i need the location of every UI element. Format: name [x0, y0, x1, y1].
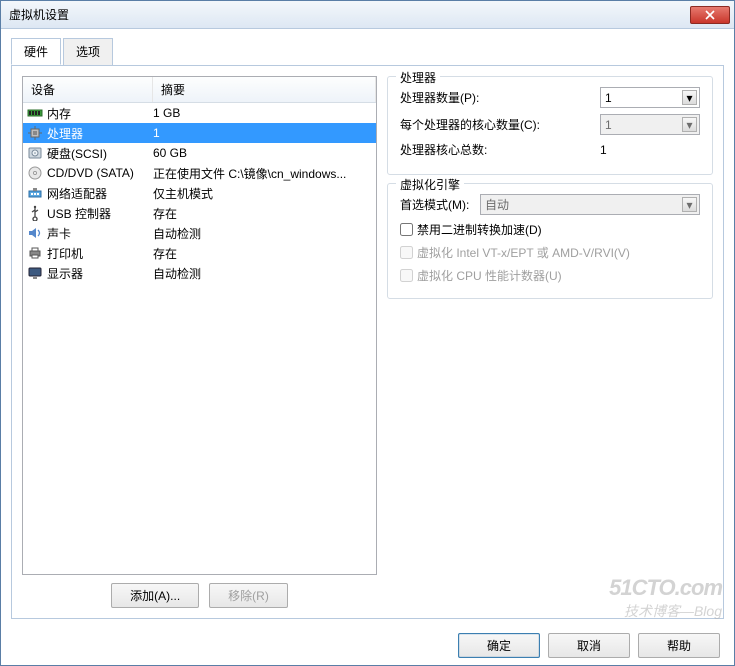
titlebar: 虚拟机设置: [1, 1, 734, 29]
col-header-device[interactable]: 设备: [23, 77, 153, 102]
device-summary: 自动检测: [153, 225, 376, 242]
preferred-mode-value: 自动: [485, 196, 509, 213]
device-row-display[interactable]: 显示器自动检测: [23, 263, 376, 283]
device-row-memory[interactable]: 内存1 GB: [23, 103, 376, 123]
processor-group-title: 处理器: [396, 69, 440, 86]
device-name: 声卡: [47, 225, 153, 242]
device-summary: 60 GB: [153, 146, 376, 160]
chevron-down-icon: ▾: [682, 90, 697, 105]
nic-icon: [23, 185, 47, 201]
cancel-button[interactable]: 取消: [548, 633, 630, 658]
processor-group: 处理器 处理器数量(P): 1 ▾ 每个处理器的核心数量(C):: [387, 76, 713, 175]
disable-accel-label: 禁用二进制转换加速(D): [417, 221, 542, 238]
processor-count-label: 处理器数量(P):: [400, 89, 600, 106]
processor-count-value: 1: [605, 91, 612, 105]
chevron-down-icon: ▾: [682, 117, 697, 132]
hardware-right-panel: 处理器 处理器数量(P): 1 ▾ 每个处理器的核心数量(C):: [387, 76, 713, 608]
device-summary: 仅主机模式: [153, 185, 376, 202]
device-summary: 正在使用文件 C:\镜像\cn_windows...: [153, 165, 376, 182]
device-row-disk[interactable]: 硬盘(SCSI)60 GB: [23, 143, 376, 163]
cpu-perf-label: 虚拟化 CPU 性能计数器(U): [417, 267, 562, 284]
cores-per-processor-label: 每个处理器的核心数量(C):: [400, 116, 600, 133]
device-name: 处理器: [47, 125, 153, 142]
disable-accel-checkbox[interactable]: [400, 223, 413, 236]
preferred-mode-select[interactable]: 自动 ▾: [480, 194, 700, 215]
processor-count-select[interactable]: 1 ▾: [600, 87, 700, 108]
device-row-nic[interactable]: 网络适配器仅主机模式: [23, 183, 376, 203]
device-name: CD/DVD (SATA): [47, 166, 153, 180]
device-buttons: 添加(A)... 移除(R): [22, 575, 377, 608]
hardware-left-panel: 设备 摘要 内存1 GB处理器1硬盘(SCSI)60 GBCD/DVD (SAT…: [22, 76, 377, 608]
sound-icon: [23, 225, 47, 241]
help-button[interactable]: 帮助: [638, 633, 720, 658]
vt-label: 虚拟化 Intel VT-x/EPT 或 AMD-V/RVI(V): [417, 244, 630, 261]
device-row-printer[interactable]: 打印机存在: [23, 243, 376, 263]
cpu-icon: [23, 125, 47, 141]
col-header-summary[interactable]: 摘要: [153, 77, 376, 102]
device-summary: 存在: [153, 205, 376, 222]
vt-checkbox: [400, 246, 413, 259]
device-summary: 1 GB: [153, 106, 376, 120]
tab-body: 设备 摘要 内存1 GB处理器1硬盘(SCSI)60 GBCD/DVD (SAT…: [11, 65, 724, 619]
device-name: 内存: [47, 105, 153, 122]
chevron-down-icon: ▾: [682, 197, 697, 212]
tab-hardware[interactable]: 硬件: [11, 38, 61, 65]
close-button[interactable]: [690, 6, 730, 24]
tab-options[interactable]: 选项: [63, 38, 113, 65]
remove-button[interactable]: 移除(R): [209, 583, 288, 608]
device-summary: 存在: [153, 245, 376, 262]
device-row-cd[interactable]: CD/DVD (SATA)正在使用文件 C:\镜像\cn_windows...: [23, 163, 376, 183]
device-list: 设备 摘要 内存1 GB处理器1硬盘(SCSI)60 GBCD/DVD (SAT…: [22, 76, 377, 575]
cd-icon: [23, 165, 47, 181]
dialog-footer: 确定 取消 帮助: [1, 625, 734, 665]
printer-icon: [23, 245, 47, 261]
virtualization-group: 虚拟化引擎 首选模式(M): 自动 ▾ 禁用二进制转换加速(D): [387, 183, 713, 299]
device-name: 硬盘(SCSI): [47, 145, 153, 162]
usb-icon: [23, 205, 47, 221]
device-summary: 1: [153, 126, 376, 140]
ok-button[interactable]: 确定: [458, 633, 540, 658]
tab-bar: 硬件 选项: [11, 38, 724, 66]
device-summary: 自动检测: [153, 265, 376, 282]
disk-icon: [23, 145, 47, 161]
memory-icon: [23, 105, 47, 121]
device-name: 显示器: [47, 265, 153, 282]
disable-accel-row[interactable]: 禁用二进制转换加速(D): [400, 221, 700, 238]
device-name: 网络适配器: [47, 185, 153, 202]
dialog-window: 虚拟机设置 硬件 选项 设备 摘要 内存1 GB处理器1硬盘(SCSI)60 G…: [0, 0, 735, 666]
close-icon: [705, 10, 715, 20]
device-list-header: 设备 摘要: [23, 77, 376, 103]
total-cores-value: 1: [600, 143, 700, 157]
cores-per-processor-value: 1: [605, 118, 612, 132]
device-row-sound[interactable]: 声卡自动检测: [23, 223, 376, 243]
device-name: USB 控制器: [47, 205, 153, 222]
vt-row: 虚拟化 Intel VT-x/EPT 或 AMD-V/RVI(V): [400, 244, 700, 261]
device-row-usb[interactable]: USB 控制器存在: [23, 203, 376, 223]
display-icon: [23, 265, 47, 281]
cpu-perf-row: 虚拟化 CPU 性能计数器(U): [400, 267, 700, 284]
cpu-perf-checkbox: [400, 269, 413, 282]
device-name: 打印机: [47, 245, 153, 262]
virtualization-group-title: 虚拟化引擎: [396, 176, 464, 193]
content-area: 硬件 选项 设备 摘要 内存1 GB处理器1硬盘(SCSI)60 GBCD/DV…: [1, 29, 734, 625]
total-cores-label: 处理器核心总数:: [400, 141, 600, 158]
device-row-cpu[interactable]: 处理器1: [23, 123, 376, 143]
cores-per-processor-select[interactable]: 1 ▾: [600, 114, 700, 135]
preferred-mode-label: 首选模式(M):: [400, 196, 480, 213]
window-title: 虚拟机设置: [9, 6, 69, 23]
add-button[interactable]: 添加(A)...: [111, 583, 199, 608]
